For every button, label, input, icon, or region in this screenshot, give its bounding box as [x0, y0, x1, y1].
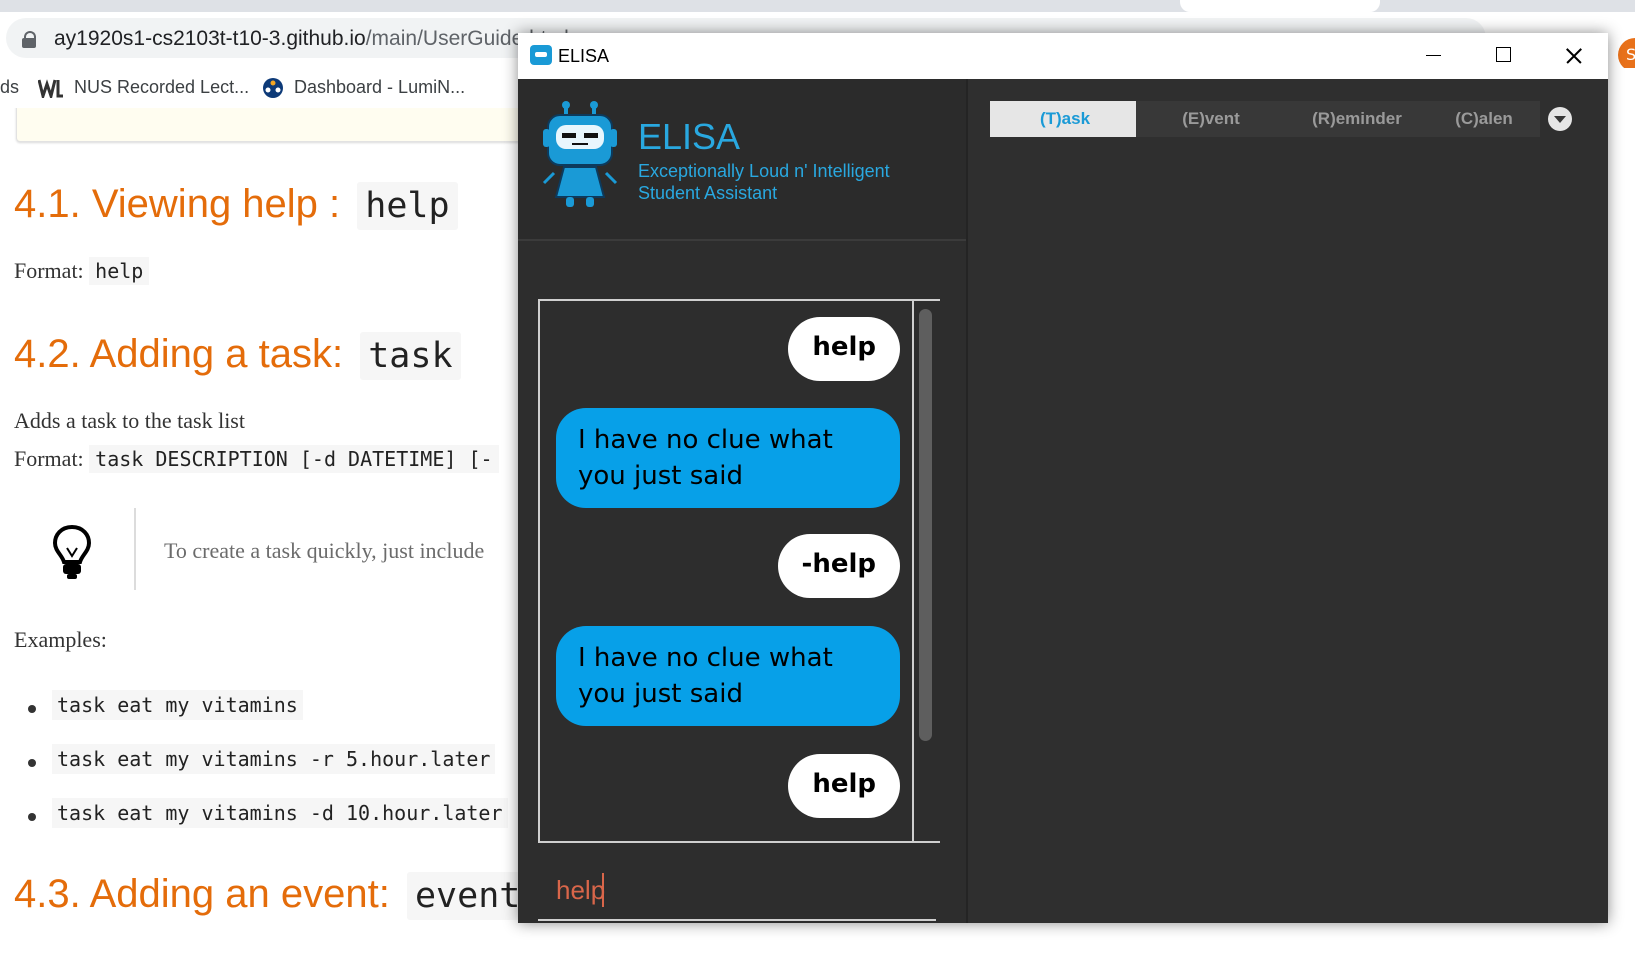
- bookmark-partial[interactable]: ds: [0, 77, 19, 98]
- scrollbar-thumb[interactable]: [919, 309, 932, 741]
- inline-code: task DESCRIPTION [-d DATETIME] [-: [89, 445, 499, 473]
- lightbulb-icon: [52, 524, 92, 579]
- heading-code: help: [357, 182, 458, 230]
- user-message: -help: [777, 534, 900, 598]
- example-item: task eat my vitamins: [52, 690, 303, 720]
- close-button[interactable]: [1538, 33, 1608, 79]
- profile-avatar[interactable]: S: [1618, 38, 1635, 72]
- app-subtitle: Exceptionally Loud n' Intelligent Studen…: [638, 161, 890, 203]
- heading-adding-task: 4.2. Adding a task: task: [14, 332, 461, 380]
- bookmark-label: ds: [0, 77, 20, 97]
- browser-active-tab[interactable]: [1180, 0, 1380, 12]
- user-message: help: [788, 317, 900, 381]
- luminus-icon: [263, 78, 283, 99]
- bullet: [28, 813, 36, 821]
- robot-app-icon: [530, 45, 552, 65]
- tab-event[interactable]: (E)vent: [1136, 101, 1286, 137]
- elisa-robot-logo: [542, 101, 618, 207]
- user-guide-page: 4.1. Viewing help : help Format: help 4.…: [0, 108, 530, 957]
- command-input-text: help: [556, 875, 606, 905]
- tab-calendar[interactable]: (C)alen: [1428, 101, 1540, 137]
- url-text[interactable]: ay1920s1-cs2103t-t10-3.github.io/main/Us…: [54, 27, 569, 51]
- window-title: ELISA: [558, 46, 610, 66]
- task-description: Adds a task to the task list: [14, 408, 245, 433]
- heading-code: event: [406, 872, 529, 920]
- nus-lecture-icon: [38, 79, 63, 99]
- text-caret: [602, 873, 604, 907]
- lock-icon[interactable]: [22, 31, 36, 48]
- tab-pane: (T)ask (E)vent (R)eminder (C)alen: [968, 79, 1608, 923]
- command-input[interactable]: help: [538, 859, 936, 921]
- bullet: [28, 759, 36, 767]
- bot-message: I have no clue what you just said: [556, 408, 900, 508]
- heading-code: task: [360, 332, 461, 380]
- app-name: ELISA: [638, 116, 741, 157]
- tab-task[interactable]: (T)ask: [990, 101, 1140, 137]
- user-message: help: [788, 754, 900, 818]
- chevron-down-icon[interactable]: [1548, 107, 1572, 131]
- window-titlebar[interactable]: ELISA: [518, 33, 1608, 79]
- chat-history[interactable]: help I have no clue what you just said -…: [538, 299, 940, 843]
- bookmark-luminus-dashboard[interactable]: Dashboard - LumiN...: [262, 77, 465, 99]
- chat-scrollbar[interactable]: [912, 301, 940, 841]
- heading-adding-event: 4.3. Adding an event: event: [14, 872, 529, 920]
- bot-message: I have no clue what you just said: [556, 626, 900, 726]
- bullet: [28, 705, 36, 713]
- tip-text: To create a task quickly, just include: [164, 538, 485, 563]
- bookmark-nus-recorded-lectures[interactable]: NUS Recorded Lect...: [38, 77, 250, 99]
- bookmark-label: Dashboard - LumiN...: [294, 77, 466, 97]
- app-header: ELISA Exceptionally Loud n' Intelligent …: [518, 79, 966, 241]
- example-item: task eat my vitamins -r 5.hour.later: [52, 744, 496, 774]
- examples-label: Examples:: [14, 627, 107, 652]
- format-task: Format: task DESCRIPTION [-d DATETIME] […: [14, 445, 499, 473]
- bookmark-label: NUS Recorded Lect...: [74, 77, 250, 97]
- minimize-button[interactable]: [1398, 33, 1468, 79]
- elisa-window: ELISA ELISA Exceptionally Loud n' Intell…: [518, 33, 1608, 923]
- browser-tab-strip: [0, 0, 1635, 12]
- chat-pane: ELISA Exceptionally Loud n' Intelligent …: [518, 79, 966, 923]
- format-help: Format: help: [14, 257, 150, 285]
- example-item: task eat my vitamins -d 10.hour.later: [52, 798, 508, 828]
- tip-divider: [134, 508, 136, 590]
- inline-code: help: [89, 257, 150, 285]
- tab-reminder[interactable]: (R)eminder: [1282, 101, 1432, 137]
- heading-viewing-help: 4.1. Viewing help : help: [14, 182, 458, 230]
- url-host: ay1920s1-cs2103t-t10-3.github.io: [54, 27, 366, 50]
- note-box: [16, 108, 528, 142]
- maximize-button[interactable]: [1468, 33, 1538, 79]
